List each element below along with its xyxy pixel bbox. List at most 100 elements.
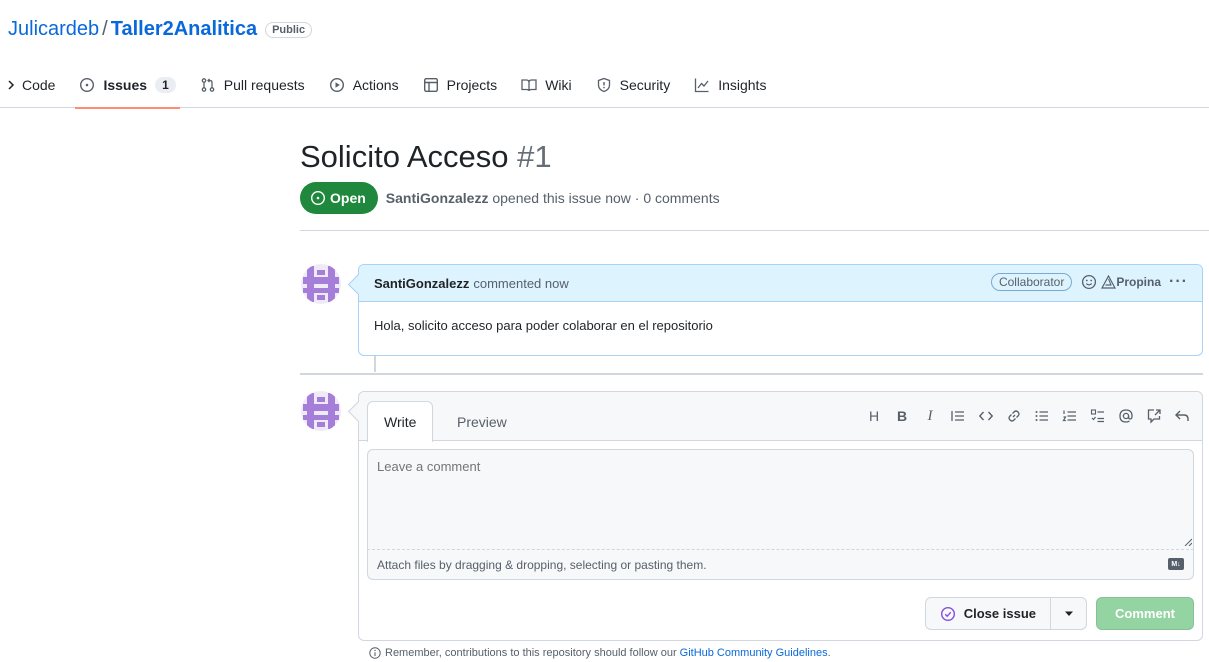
- close-options-dropdown[interactable]: [1051, 597, 1087, 630]
- graph-icon: [694, 77, 710, 93]
- repo-owner-link[interactable]: Julicardeb: [8, 18, 99, 41]
- tab-pull-requests[interactable]: Pull requests: [188, 62, 317, 108]
- unordered-list-icon[interactable]: [1034, 408, 1050, 424]
- close-issue-label: Close issue: [963, 606, 1036, 621]
- collaborator-badge: Collaborator: [990, 273, 1073, 291]
- chevron-right-icon: [6, 77, 16, 93]
- editor-tabbar: Write Preview H B I: [359, 392, 1202, 442]
- shield-icon: [596, 77, 612, 93]
- editor-actions: Close issue Comment: [924, 597, 1194, 630]
- tab-code[interactable]: Code: [0, 62, 67, 108]
- avatar-pixel: [328, 393, 335, 429]
- issue-meta-text: SantiGonzalezz opened this issue now · 0…: [386, 190, 720, 206]
- reply-icon[interactable]: [1174, 408, 1190, 424]
- guidelines-end: .: [827, 647, 831, 659]
- comment-header: SantiGonzalezz commented now Collaborato…: [359, 265, 1202, 302]
- timeline-divider: [300, 373, 1203, 375]
- issue-opened-icon: [310, 190, 326, 206]
- italic-button[interactable]: I: [922, 408, 938, 424]
- issue-title-text: Solicito Acceso: [300, 139, 509, 174]
- state-badge-open: Open: [300, 182, 378, 214]
- issue-opened-icon: [79, 77, 95, 93]
- repo-nav-tabs: Code Issues 1 Pull requests Actions Proj…: [0, 62, 778, 109]
- avatar[interactable]: [301, 391, 341, 431]
- tab-issues-label: Issues: [103, 77, 148, 93]
- cross-reference-icon[interactable]: [1146, 408, 1162, 424]
- heading-button[interactable]: H: [866, 408, 882, 424]
- repo-title: Julicardeb / Taller2Analitica Public: [8, 18, 313, 41]
- tab-projects[interactable]: Projects: [411, 62, 510, 108]
- avatar-pixel: [317, 270, 325, 275]
- tab-preview[interactable]: Preview: [441, 401, 523, 442]
- comment-header-actions: Collaborator Propina ···: [990, 273, 1188, 291]
- community-guidelines-link[interactable]: GitHub Community Guidelines: [680, 647, 828, 659]
- table-icon: [423, 77, 439, 93]
- play-icon: [329, 77, 345, 93]
- resize-handle-icon[interactable]: [1184, 538, 1192, 546]
- header-divider: [300, 230, 1209, 231]
- state-label: Open: [330, 190, 366, 206]
- issue-number: #1: [517, 139, 552, 174]
- markdown-toolbar: H B I: [866, 408, 1190, 424]
- propina-label: Propina: [1116, 275, 1162, 289]
- repo-header: Julicardeb / Taller2Analitica Public Cod…: [0, 0, 1209, 109]
- timeline-connector: [374, 356, 376, 372]
- tab-wiki[interactable]: Wiki: [509, 62, 583, 108]
- link-icon[interactable]: [1006, 408, 1022, 424]
- tab-projects-label: Projects: [446, 77, 498, 93]
- triangle-down-icon: [1064, 611, 1073, 616]
- tab-insights[interactable]: Insights: [682, 62, 778, 108]
- issue-meta: Open SantiGonzalezz opened this issue no…: [300, 182, 720, 214]
- git-pull-request-icon: [200, 77, 216, 93]
- tab-insights-label: Insights: [718, 77, 767, 93]
- avatar-pixel: [303, 415, 339, 420]
- smiley-icon[interactable]: [1081, 274, 1097, 290]
- tab-issues[interactable]: Issues 1: [67, 62, 187, 109]
- comment-author-link[interactable]: SantiGonzalezz: [374, 276, 469, 291]
- tab-security-label: Security: [619, 77, 671, 93]
- comment-button[interactable]: Comment: [1096, 597, 1194, 630]
- repo-separator: /: [102, 18, 108, 40]
- tab-security[interactable]: Security: [584, 62, 683, 108]
- comment-body: Hola, solicito acceso para poder colabor…: [374, 318, 713, 333]
- close-issue-button[interactable]: Close issue: [924, 597, 1051, 630]
- issue-author-link[interactable]: SantiGonzalezz: [386, 190, 489, 206]
- avatar-pixel: [307, 393, 314, 429]
- avatar-pixel: [303, 288, 339, 293]
- guidelines-text: Remember, contributions to this reposito…: [385, 647, 677, 659]
- attach-files-bar[interactable]: Attach files by dragging & dropping, sel…: [367, 550, 1194, 580]
- avatar-pixel: [317, 397, 325, 402]
- tab-pull-requests-label: Pull requests: [223, 77, 305, 93]
- issue-title: Solicito Acceso #1: [300, 139, 552, 175]
- attach-files-text: Attach files by dragging & dropping, sel…: [377, 557, 707, 572]
- info-icon: [369, 647, 381, 659]
- issue-meta-detail: opened this issue now · 0 comments: [492, 190, 720, 206]
- comment-textarea[interactable]: [367, 449, 1194, 550]
- mention-icon[interactable]: [1118, 408, 1134, 424]
- issue-comment: SantiGonzalezz commented now Collaborato…: [358, 264, 1203, 356]
- issues-counter: 1: [155, 77, 176, 93]
- avatar-pixel: [303, 404, 339, 411]
- repo-name-link[interactable]: Taller2Analitica: [111, 18, 257, 41]
- propina-extension[interactable]: Propina: [1101, 275, 1161, 289]
- bold-button[interactable]: B: [894, 408, 910, 424]
- task-list-icon[interactable]: [1090, 408, 1106, 424]
- ordered-list-icon[interactable]: [1062, 408, 1078, 424]
- tab-actions[interactable]: Actions: [317, 62, 411, 108]
- new-comment-editor: Write Preview H B I Leave a comment Atta…: [358, 391, 1203, 641]
- guidelines-note: Remember, contributions to this reposito…: [369, 647, 831, 659]
- tab-code-label: Code: [22, 77, 56, 93]
- avatar-pixel: [328, 266, 335, 302]
- avatar-pixel: [303, 277, 339, 284]
- tab-write[interactable]: Write: [367, 401, 434, 442]
- kebab-menu-button[interactable]: ···: [1169, 273, 1188, 291]
- quote-icon[interactable]: [950, 408, 966, 424]
- tab-wiki-label: Wiki: [545, 77, 572, 93]
- tab-actions-label: Actions: [352, 77, 399, 93]
- check-circle-icon: [940, 606, 955, 621]
- avatar[interactable]: [301, 264, 341, 304]
- code-icon[interactable]: [978, 408, 994, 424]
- markdown-icon[interactable]: M↓: [1168, 558, 1184, 570]
- comment-timestamp[interactable]: commented now: [473, 276, 568, 291]
- book-icon: [521, 77, 537, 93]
